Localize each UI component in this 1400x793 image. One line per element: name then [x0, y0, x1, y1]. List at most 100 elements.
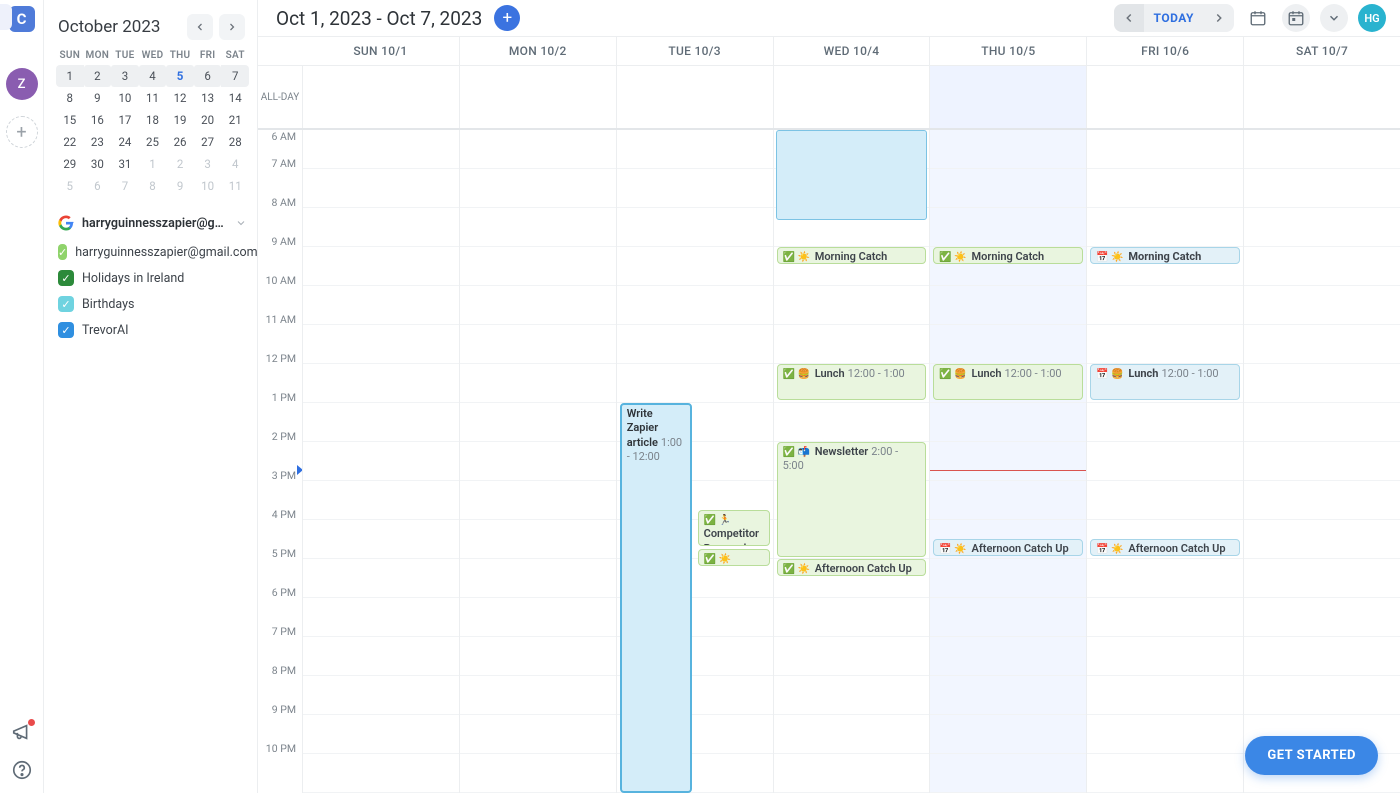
mini-day[interactable]: 4 [221, 153, 249, 175]
mini-day[interactable]: 29 [56, 153, 84, 175]
mini-day[interactable]: 1 [56, 65, 84, 87]
mini-day[interactable]: 14 [221, 87, 249, 109]
mini-day[interactable]: 1 [139, 153, 167, 175]
event[interactable]: 📅 🍔 Lunch12:00 - 1:00 [1090, 364, 1240, 400]
mini-day[interactable]: 6 [84, 175, 112, 197]
day-column[interactable] [302, 130, 459, 793]
mini-day[interactable]: 5 [56, 175, 84, 197]
day-column[interactable]: Write Zapier article1:00 - 12:00✅ 🏃 Comp… [616, 130, 773, 793]
agenda-icon[interactable] [1282, 4, 1310, 32]
calendar-item[interactable]: ✓Birthdays [56, 293, 249, 315]
mini-day[interactable]: 20 [194, 109, 222, 131]
allday-cell[interactable] [929, 66, 1086, 128]
calendar-checkbox[interactable]: ✓ [58, 270, 74, 286]
today-button[interactable]: TODAY [1144, 11, 1204, 25]
calendar-item[interactable]: ✓TrevorAI [56, 319, 249, 341]
mini-day[interactable]: 6 [194, 65, 222, 87]
allday-cell[interactable] [459, 66, 616, 128]
mini-dow-label: FRI [194, 50, 222, 61]
mini-day[interactable]: 23 [84, 131, 112, 153]
event[interactable]: ✅ ☀️ Afternoon Catch Up [777, 559, 927, 576]
mini-day[interactable]: 12 [166, 87, 194, 109]
next-week-button[interactable] [1204, 4, 1234, 32]
calendar-checkbox[interactable]: ✓ [58, 322, 74, 338]
allday-cell[interactable] [1086, 66, 1243, 128]
allday-cell[interactable] [302, 66, 459, 128]
mini-day[interactable]: 28 [221, 131, 249, 153]
mini-day[interactable]: 9 [166, 175, 194, 197]
mini-day[interactable]: 21 [221, 109, 249, 131]
event[interactable]: Write Zapier article1:00 - 12:00 [620, 403, 692, 793]
mini-day[interactable]: 7 [221, 65, 249, 87]
event[interactable]: ✅ 🍔 Lunch12:00 - 1:00 [933, 364, 1083, 400]
prev-week-button[interactable] [1114, 4, 1144, 32]
day-header: WED 10/4 [773, 37, 930, 65]
allday-cell[interactable] [1243, 66, 1400, 128]
event[interactable]: 📅 ☀️ Afternoon Catch Up [933, 539, 1083, 556]
selection-block[interactable] [776, 130, 928, 220]
help-icon[interactable] [11, 759, 33, 781]
mini-day[interactable]: 2 [84, 65, 112, 87]
allday-cell[interactable] [773, 66, 930, 128]
workspace-avatar[interactable]: Z [6, 68, 38, 100]
mini-day[interactable]: 22 [56, 131, 84, 153]
mini-day[interactable]: 3 [194, 153, 222, 175]
event[interactable]: ✅ 📬 Newsletter2:00 - 5:00 [777, 442, 927, 557]
mini-day[interactable]: 5 [166, 65, 194, 87]
mini-prev-button[interactable] [187, 14, 213, 40]
chevron-down-icon [235, 217, 247, 229]
event[interactable]: 📅 ☀️ Morning Catch Up9:00 - 9:30 [1090, 247, 1240, 264]
add-workspace-button[interactable]: + [6, 116, 38, 148]
mini-day[interactable]: 8 [56, 87, 84, 109]
event[interactable]: ✅ ☀️ [698, 549, 770, 566]
mini-day[interactable]: 19 [166, 109, 194, 131]
mini-day[interactable]: 10 [194, 175, 222, 197]
event[interactable]: 📅 ☀️ Afternoon Catch Up [1090, 539, 1240, 556]
view-menu-button[interactable] [1320, 4, 1348, 32]
get-started-button[interactable]: GET STARTED [1245, 736, 1378, 775]
mini-day[interactable]: 25 [139, 131, 167, 153]
mini-day[interactable]: 10 [111, 87, 139, 109]
mini-day[interactable]: 9 [84, 87, 112, 109]
mini-day[interactable]: 26 [166, 131, 194, 153]
day-column[interactable]: ✅ ☀️ Morning Catch Up9:00 - 9:30 ✅ 🍔 Lunc… [929, 130, 1086, 793]
event-time: 12:00 - 1:00 [1161, 367, 1218, 380]
day-column[interactable] [1243, 130, 1400, 793]
mini-day[interactable]: 15 [56, 109, 84, 131]
mini-next-button[interactable] [219, 14, 245, 40]
allday-cell[interactable] [616, 66, 773, 128]
mini-day[interactable]: 7 [111, 175, 139, 197]
day-column[interactable]: ✅ ☀️ Morning Catch Up9:00 - 9:30 ✅ 🍔 Lunc… [773, 130, 930, 793]
app-logo[interactable]: C [9, 6, 35, 32]
event[interactable]: ✅ 🏃 Competitor Research [698, 510, 770, 546]
event[interactable]: ✅ ☀️ Morning Catch Up9:00 - 9:30 [933, 247, 1083, 264]
user-avatar[interactable]: HG [1358, 4, 1386, 32]
mini-month-title: October 2023 [58, 17, 160, 37]
mini-day[interactable]: 18 [139, 109, 167, 131]
mini-day[interactable]: 27 [194, 131, 222, 153]
event[interactable]: ✅ 🍔 Lunch12:00 - 1:00 [777, 364, 927, 400]
account-row[interactable]: harryguinnesszapier@gmail.... [56, 211, 249, 235]
mini-day[interactable]: 30 [84, 153, 112, 175]
mini-day[interactable]: 11 [139, 87, 167, 109]
mini-day[interactable]: 3 [111, 65, 139, 87]
add-event-button[interactable]: + [494, 5, 520, 31]
mini-day[interactable]: 24 [111, 131, 139, 153]
event[interactable]: ✅ ☀️ Morning Catch Up9:00 - 9:30 [777, 247, 927, 264]
mini-day[interactable]: 13 [194, 87, 222, 109]
calendar-item[interactable]: ✓harryguinnesszapier@gmail.com [56, 241, 249, 263]
calendar-icon[interactable] [1244, 4, 1272, 32]
announcements-icon[interactable] [11, 721, 33, 743]
mini-day[interactable]: 17 [111, 109, 139, 131]
calendar-item[interactable]: ✓Holidays in Ireland [56, 267, 249, 289]
mini-day[interactable]: 31 [111, 153, 139, 175]
calendar-checkbox[interactable]: ✓ [58, 296, 74, 312]
mini-day[interactable]: 2 [166, 153, 194, 175]
day-column[interactable] [459, 130, 616, 793]
mini-day[interactable]: 8 [139, 175, 167, 197]
day-column[interactable]: 📅 ☀️ Morning Catch Up9:00 - 9:30 📅 🍔 Lunc… [1086, 130, 1243, 793]
mini-day[interactable]: 16 [84, 109, 112, 131]
mini-day[interactable]: 4 [139, 65, 167, 87]
mini-day[interactable]: 11 [221, 175, 249, 197]
calendar-checkbox[interactable]: ✓ [58, 244, 67, 260]
